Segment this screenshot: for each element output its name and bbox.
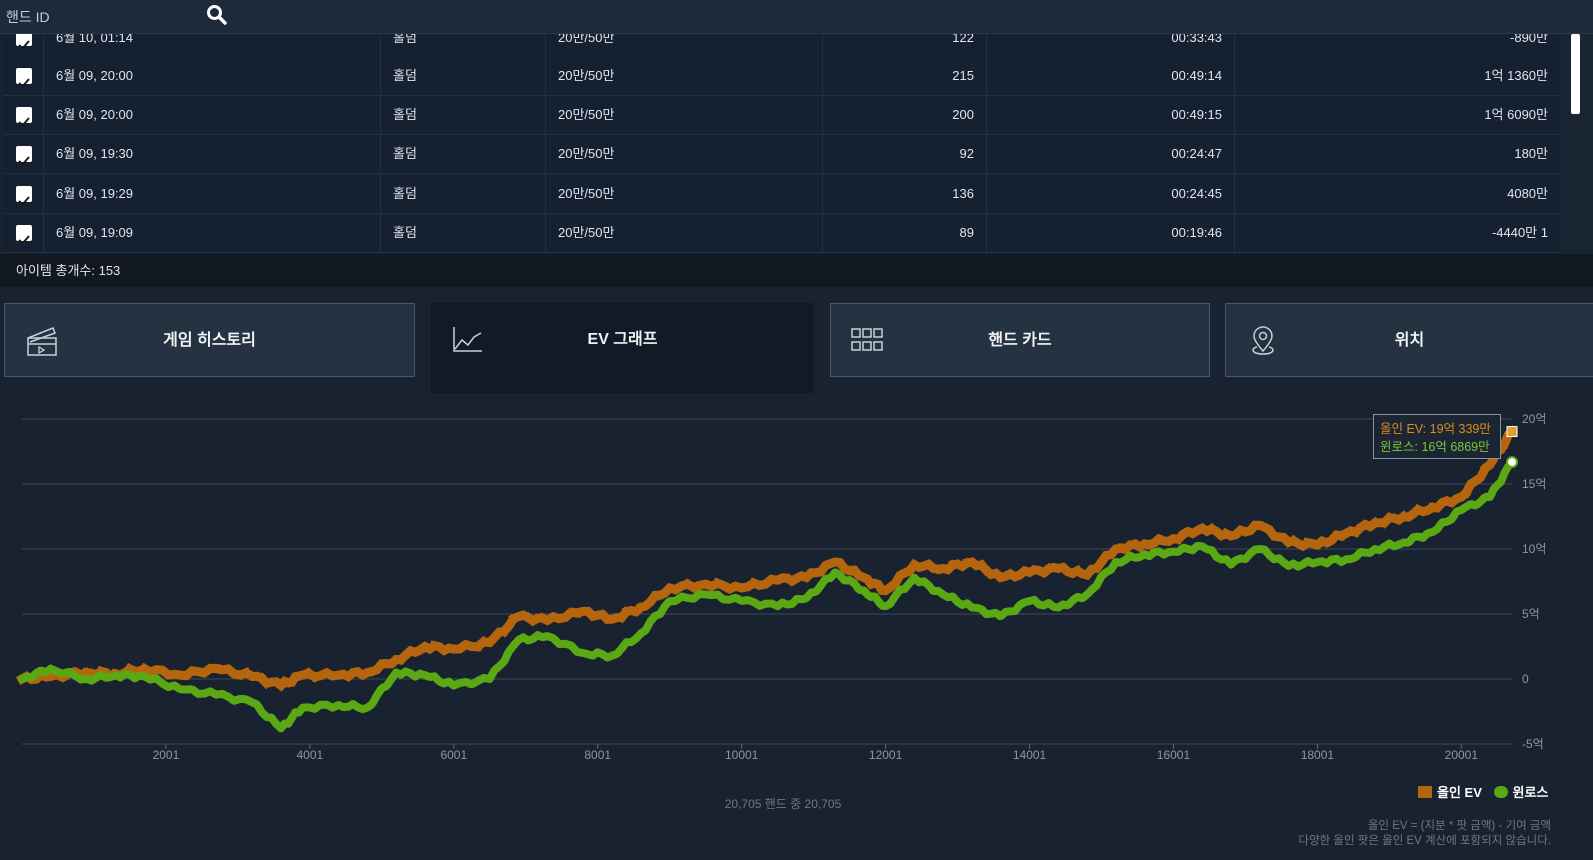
row-checkbox[interactable] xyxy=(16,34,32,50)
row-checkbox[interactable] xyxy=(16,186,32,206)
x-tick-label: 6001 xyxy=(440,748,467,762)
search-bar xyxy=(0,0,1593,34)
result-cell: -890만 xyxy=(1510,34,1548,45)
scrollbar-thumb[interactable] xyxy=(1560,34,1593,114)
search-icon[interactable] xyxy=(205,3,229,27)
date-cell: 6월 09, 20:00 xyxy=(44,96,381,134)
item-total-count: 아이템 총개수: 153 xyxy=(0,254,1593,287)
result-cell: 1억 6090만 xyxy=(1484,107,1548,122)
y-tick-label: 0 xyxy=(1522,672,1529,686)
tab-label: 핸드 카드 xyxy=(988,332,1052,349)
table-row[interactable]: 6월 10, 01:14 홀덤 20만/50만 122 00:33:43 -89… xyxy=(4,34,1560,58)
date-cell: 6월 09, 19:29 xyxy=(44,175,381,213)
row-checkbox[interactable] xyxy=(16,146,32,166)
duration-cell: 00:49:14 xyxy=(987,57,1235,95)
y-tick-label: 15억 xyxy=(1522,477,1546,491)
game-cell: 홀덤 xyxy=(381,96,546,134)
tab-hand-cards[interactable]: 핸드 카드 xyxy=(830,303,1210,377)
table-row[interactable]: 6월 09, 20:00 홀덤 20만/50만 215 00:49:14 1억 … xyxy=(4,57,1560,96)
game-cell: 홀덤 xyxy=(381,34,546,57)
result-cell: 4080만 xyxy=(1507,186,1548,201)
ev-exclusion-note: 다양한 올인 팟은 올인 EV 계산에 포함되지 않습니다. xyxy=(1298,835,1552,847)
table-row[interactable]: 6월 09, 20:00 홀덤 20만/50만 200 00:49:15 1억 … xyxy=(4,96,1560,135)
x-tick-label: 10001 xyxy=(725,748,759,762)
game-cell: 홀덤 xyxy=(381,214,546,252)
tab-label: 위치 xyxy=(1394,332,1425,349)
hands-cell: 89 xyxy=(823,214,987,252)
x-tick-label: 2001 xyxy=(153,748,180,762)
x-tick-label: 8001 xyxy=(584,748,611,762)
row-checkbox[interactable] xyxy=(16,68,32,88)
hand-id-search-input[interactable] xyxy=(4,4,203,30)
x-tick-label: 20001 xyxy=(1445,748,1479,762)
y-tick-label: -5억 xyxy=(1522,737,1544,751)
table-row[interactable]: 6월 09, 19:29 홀덤 20만/50만 136 00:24:45 408… xyxy=(4,175,1560,214)
tooltip-allin-ev: 올인 EV: 19억 339만 xyxy=(1380,422,1491,436)
x-tick-label: 4001 xyxy=(297,748,324,762)
hands-cell: 215 xyxy=(823,57,987,95)
duration-cell: 00:24:47 xyxy=(987,135,1235,173)
y-tick-label: 10억 xyxy=(1522,542,1546,556)
y-tick-label: 20억 xyxy=(1522,412,1546,426)
stakes-cell: 20만/50만 xyxy=(546,96,823,134)
chart-tooltip: 올인 EV: 19억 339만 윈로스: 16억 6869만 xyxy=(1373,414,1501,459)
ev-formula-note: 올인 EV = (지분 * 팟 금액) - 기여 금액 xyxy=(1367,820,1551,832)
date-cell: 6월 10, 01:14 xyxy=(44,34,381,57)
game-cell: 홀덤 xyxy=(381,57,546,95)
game-cell: 홀덤 xyxy=(381,175,546,213)
tooltip-winloss: 윈로스: 16억 6869만 xyxy=(1380,440,1490,454)
x-tick-label: 16001 xyxy=(1157,748,1191,762)
stakes-cell: 20만/50만 xyxy=(546,34,823,57)
result-cell: 180만 xyxy=(1514,146,1548,161)
tab-label: 게임 히스토리 xyxy=(163,332,256,349)
series-line-winloss xyxy=(18,458,1516,733)
game-cell: 홀덤 xyxy=(381,135,546,173)
table-row[interactable]: 6월 09, 19:09 홀덤 20만/50만 89 00:19:46 -444… xyxy=(4,214,1560,253)
row-checkbox[interactable] xyxy=(16,225,32,245)
y-tick-label: 5억 xyxy=(1522,607,1540,621)
series-line-allin-ev xyxy=(15,425,1519,692)
ev-line-chart: 20억 15억 10억 5억 0 -5억 2001 4001 6001 8001 10001 1200… xyxy=(15,412,1546,762)
tab-game-history[interactable]: 게임 히스토리 xyxy=(4,303,415,377)
row-checkbox[interactable] xyxy=(16,107,32,127)
duration-cell: 00:19:46 xyxy=(987,214,1235,252)
hands-cell: 92 xyxy=(823,135,987,173)
hands-cell: 122 xyxy=(823,34,987,57)
date-cell: 6월 09, 19:09 xyxy=(44,214,381,252)
tab-position[interactable]: 위치 xyxy=(1225,303,1593,377)
hands-cell: 200 xyxy=(823,96,987,134)
date-cell: 6월 09, 20:00 xyxy=(44,57,381,95)
result-cell: 1억 1360만 xyxy=(1484,68,1548,83)
tab-ev-graph[interactable]: EV 그래프 xyxy=(431,303,814,393)
duration-cell: 00:33:43 xyxy=(987,34,1235,57)
x-tick-label: 14001 xyxy=(1013,748,1047,762)
session-table: 6월 10, 01:14 홀덤 20만/50만 122 00:33:43 -89… xyxy=(4,34,1560,254)
stakes-cell: 20만/50만 xyxy=(546,57,823,95)
stakes-cell: 20만/50만 xyxy=(546,175,823,213)
ev-chart-area: 20억 15억 10억 5억 0 -5억 2001 4001 6001 8001 10001 1200… xyxy=(4,393,1593,860)
result-cell: -4440만 1 xyxy=(1491,225,1548,240)
duration-cell: 00:24:45 xyxy=(987,175,1235,213)
stakes-cell: 20만/50만 xyxy=(546,135,823,173)
hand-count-label: 20,705 핸드 중 20,705 xyxy=(724,797,842,811)
series-end-marker-winloss xyxy=(1506,456,1518,469)
table-row[interactable]: 6월 09, 19:30 홀덤 20만/50만 92 00:24:47 180만 xyxy=(4,135,1560,174)
date-cell: 6월 09, 19:30 xyxy=(44,135,381,173)
tab-label: EV 그래프 xyxy=(587,331,658,348)
hands-cell: 136 xyxy=(823,175,987,213)
series-end-marker-allin-ev xyxy=(1506,426,1518,438)
duration-cell: 00:49:15 xyxy=(987,96,1235,134)
x-tick-label: 18001 xyxy=(1301,748,1335,762)
x-tick-label: 12001 xyxy=(869,748,903,762)
stakes-cell: 20만/50만 xyxy=(546,214,823,252)
